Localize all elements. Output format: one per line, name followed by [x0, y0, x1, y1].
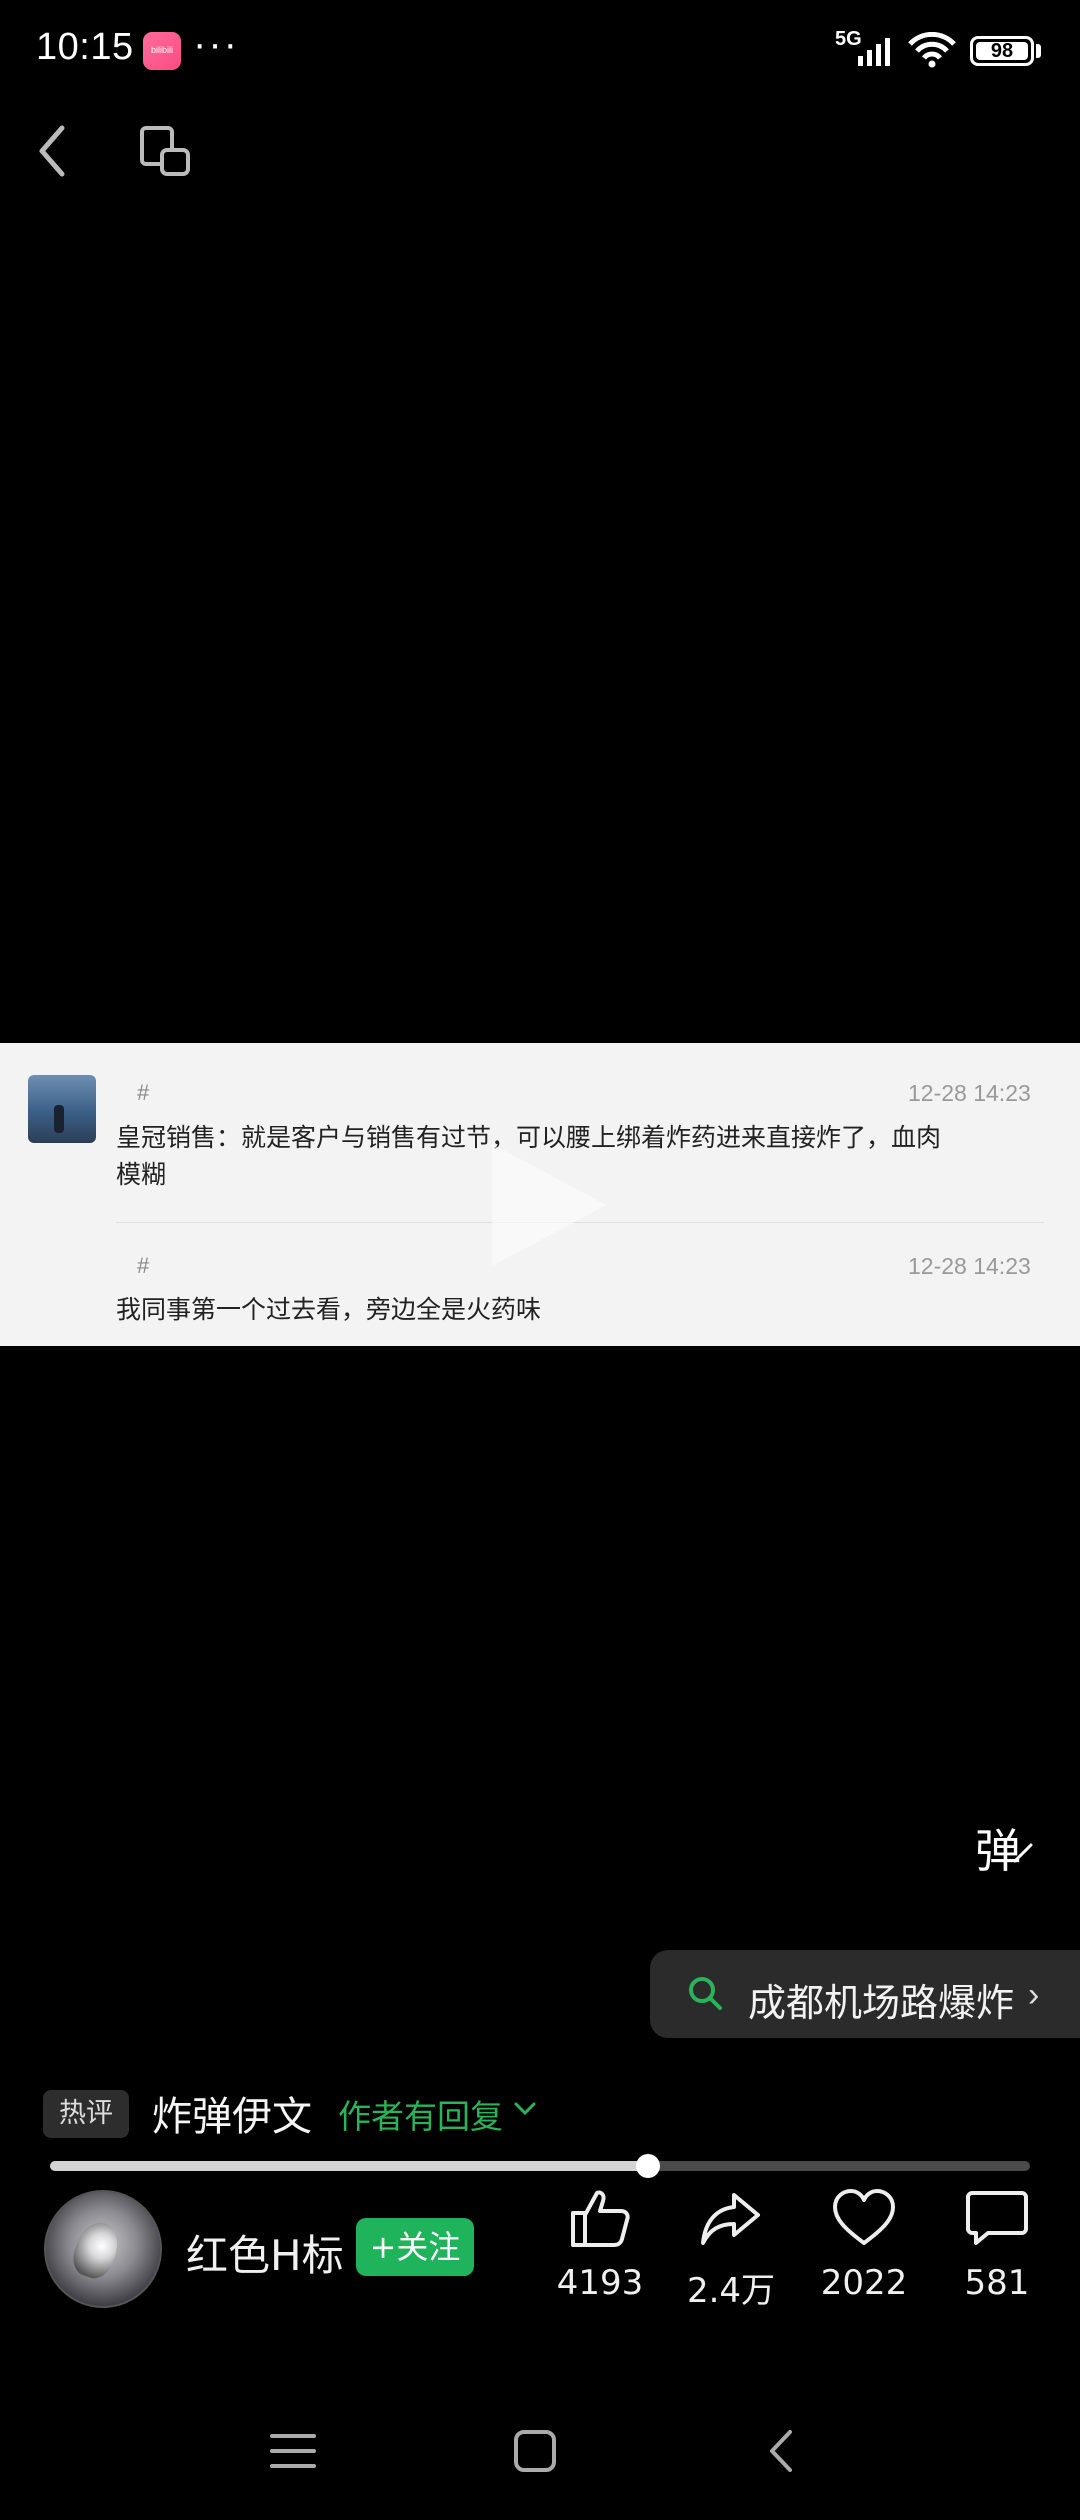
thumbs-up-icon — [571, 2190, 630, 2247]
wifi-icon — [908, 32, 956, 68]
more-notifications-icon: ··· — [193, 22, 239, 66]
comment-hash: # — [137, 1080, 150, 1105]
comment-hash: # — [137, 1253, 150, 1278]
comment-bubble-icon — [966, 2191, 1028, 2245]
author-name[interactable]: 红色H标 — [186, 2222, 344, 2283]
battery-icon: 98 — [970, 36, 1034, 66]
comment-timestamp: 12-28 14:23 — [908, 1253, 1031, 1279]
battery-tip — [1036, 44, 1041, 58]
comment-count: 581 — [964, 2263, 1030, 2303]
comment-timestamp: 12-28 14:23 — [908, 1080, 1031, 1106]
chevron-right-icon: › — [1028, 1976, 1040, 2014]
progress-fill — [50, 2161, 648, 2171]
hot-comment-text[interactable]: 炸弹伊文 — [152, 2084, 312, 2142]
follow-button[interactable]: +关注 — [356, 2218, 474, 2276]
author-avatar[interactable] — [44, 2190, 162, 2308]
related-search-pill[interactable]: 成都机场路爆炸 › — [650, 1950, 1080, 2038]
status-bar: 10:15 bilibili ··· 5G 98 — [0, 0, 1080, 100]
share-button[interactable]: 2.4万 — [676, 2185, 786, 2312]
progress-thumb[interactable] — [635, 2154, 660, 2178]
comment-button[interactable]: 581 — [942, 2185, 1052, 2303]
system-back-icon[interactable] — [758, 2426, 808, 2476]
cellular-signal-icon — [858, 38, 890, 66]
hot-comment-badge: 热评 — [43, 2090, 129, 2138]
heart-icon — [833, 2189, 895, 2245]
comment-text-continued: 模糊 — [116, 1161, 167, 1189]
home-square-icon[interactable] — [510, 2426, 560, 2476]
like-button[interactable]: 4193 — [545, 2185, 655, 2303]
back-arrow-icon[interactable] — [30, 118, 80, 184]
like-count: 4193 — [556, 2263, 644, 2303]
bilibili-app-icon: bilibili — [143, 32, 181, 70]
favorite-button[interactable]: 2022 — [809, 2185, 919, 2303]
author-reply-link[interactable]: 作者有回复 — [338, 2090, 503, 2138]
search-term: 成都机场路爆炸 — [748, 1981, 1015, 2025]
commenter-avatar — [28, 1075, 96, 1143]
video-progress-bar[interactable] — [50, 2161, 1030, 2171]
status-time: 10:15 — [36, 26, 134, 68]
screen-mode-icon[interactable] — [138, 124, 194, 180]
comment-text: 我同事第一个过去看，旁边全是火药味 — [116, 1296, 542, 1324]
share-arrow-icon — [701, 2193, 760, 2245]
danmaku-pen-icon — [1013, 1843, 1033, 1863]
favorite-count: 2022 — [820, 2263, 908, 2303]
search-icon — [689, 1977, 722, 2010]
app-badge-label: bilibili — [150, 45, 173, 55]
chevron-down-icon[interactable] — [512, 2096, 538, 2122]
recents-menu-icon[interactable] — [268, 2426, 318, 2476]
share-count: 2.4万 — [686, 2271, 776, 2311]
play-icon[interactable] — [480, 1140, 610, 1270]
battery-level: 98 — [990, 40, 1014, 62]
